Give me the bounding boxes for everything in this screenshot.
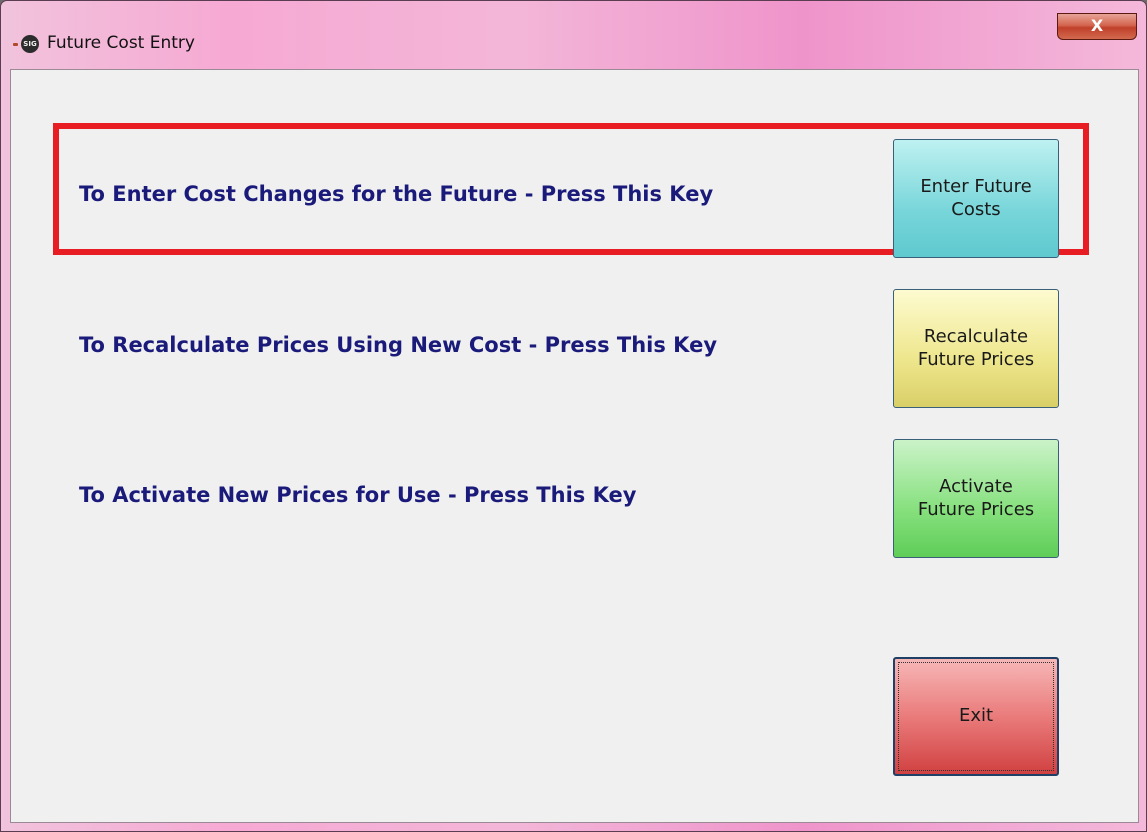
enter-future-costs-line1: Enter Future: [920, 176, 1032, 197]
exit-button[interactable]: Exit: [893, 657, 1059, 776]
activate-prices-instruction: To Activate New Prices for Use - Press T…: [79, 483, 637, 507]
recalculate-line2: Future Prices: [917, 348, 1035, 370]
title-bar[interactable]: SIG Future Cost Entry X: [1, 1, 1146, 69]
client-area: To Enter Cost Changes for the Future - P…: [10, 69, 1139, 823]
app-window: SIG Future Cost Entry X To Enter Cost Ch…: [0, 0, 1147, 832]
recalculate-line1: Recalculate: [923, 326, 1029, 347]
enter-future-costs-line2: Costs: [951, 198, 1001, 220]
activate-line2: Future Prices: [917, 498, 1035, 520]
recalculate-future-prices-button[interactable]: Recalculate Future Prices: [893, 289, 1059, 408]
window-title: Future Cost Entry: [47, 33, 195, 53]
recalculate-prices-instruction: To Recalculate Prices Using New Cost - P…: [79, 333, 718, 357]
activate-line1: Activate: [939, 476, 1013, 497]
enter-costs-instruction: To Enter Cost Changes for the Future - P…: [79, 182, 714, 206]
app-icon-accent: [13, 43, 18, 46]
focus-rectangle: [898, 662, 1054, 771]
activate-future-prices-button[interactable]: Activate Future Prices: [893, 439, 1059, 558]
app-logo-icon: SIG: [21, 35, 39, 53]
enter-future-costs-button[interactable]: Enter Future Costs: [893, 139, 1059, 258]
close-button[interactable]: X: [1057, 13, 1137, 40]
